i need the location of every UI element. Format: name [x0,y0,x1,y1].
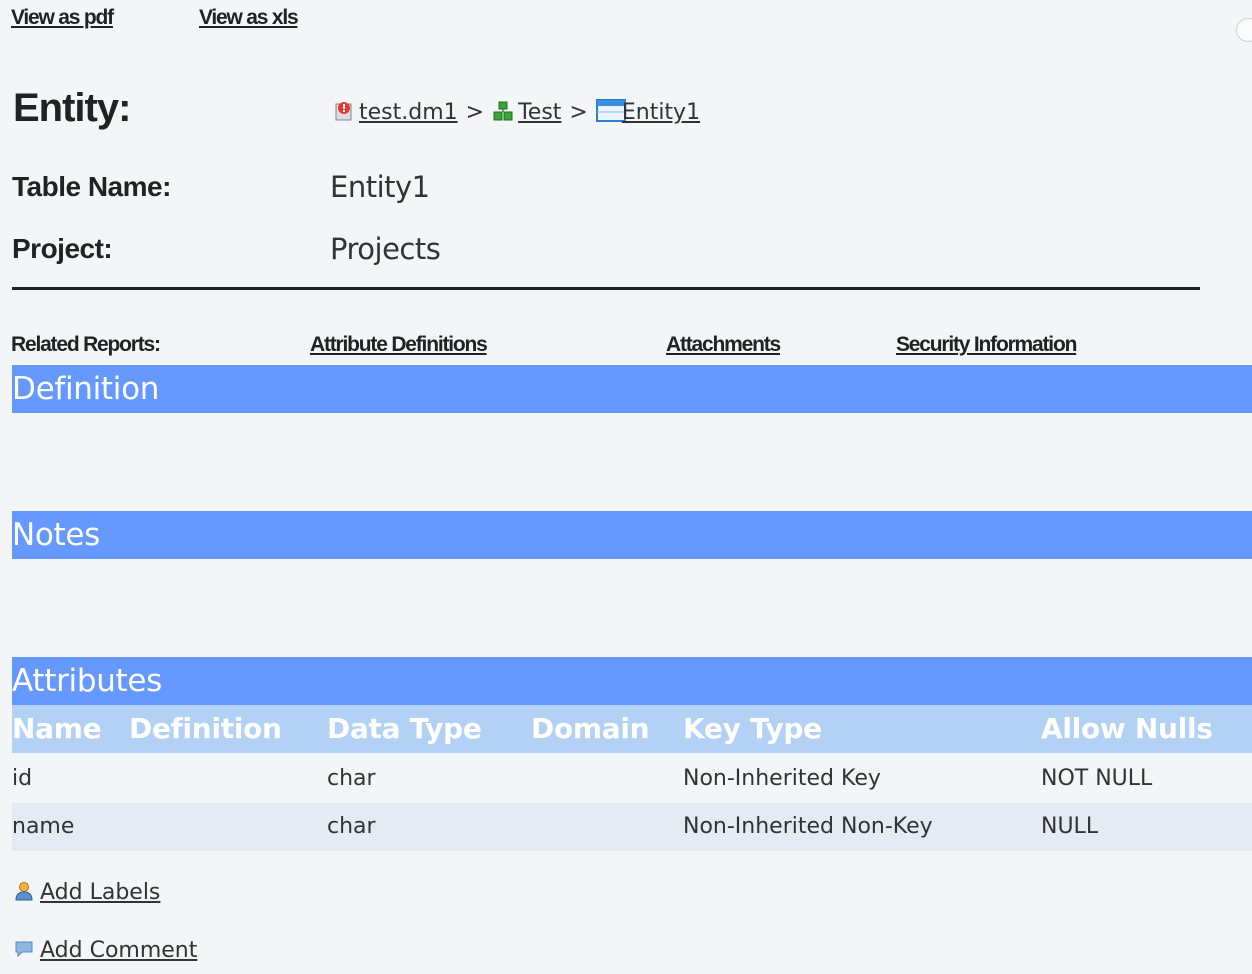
page-title: Entity: [13,86,131,130]
comment-bubble-icon[interactable] [1236,18,1252,42]
cell-data-type: char [327,814,376,839]
column-header-key-type[interactable]: Key Type [683,705,822,753]
cell-name: name [12,814,75,839]
column-header-name[interactable]: Name [12,705,102,753]
add-labels-link[interactable]: Add Labels [14,880,160,907]
user-tag-icon [14,881,34,907]
comment-icon [14,939,34,965]
column-header-domain[interactable]: Domain [531,705,650,753]
column-header-definition[interactable]: Definition [129,705,282,753]
attachments-link[interactable]: Attachments [666,333,781,357]
security-information-link[interactable]: Security Information [896,333,1077,357]
table-row: name char Non-Inherited Non-Key NULL [12,803,1252,851]
model-file-icon [333,100,355,122]
view-as-pdf-link[interactable]: View as pdf [11,6,114,30]
breadcrumb-separator: > [569,100,588,125]
table-name-value: Entity1 [330,170,430,204]
cell-allow-nulls: NULL [1041,814,1099,839]
add-comment-link[interactable]: Add Comment [14,938,197,965]
attribute-definitions-link[interactable]: Attribute Definitions [310,333,488,357]
cell-data-type: char [327,766,376,791]
breadcrumb-item-subject-area[interactable]: Test [518,100,561,125]
attributes-table-header: Name Definition Data Type Domain Key Typ… [12,705,1252,753]
related-reports-label: Related Reports: [11,333,161,356]
breadcrumb-item-model[interactable]: test.dm1 [359,100,458,125]
project-label: Project: [12,233,113,264]
definition-section-header: Definition [12,365,1252,413]
breadcrumb-separator: > [465,100,485,125]
cell-key-type: Non-Inherited Non-Key [683,814,933,839]
add-labels-label: Add Labels [40,880,161,905]
header-divider [12,287,1200,290]
column-header-allow-nulls[interactable]: Allow Nulls [1041,705,1213,753]
view-as-xls-link[interactable]: View as xls [199,6,299,30]
table-row: id char Non-Inherited Key NOT NULL [12,755,1252,803]
entity-table-icon [595,98,626,122]
cell-allow-nulls: NOT NULL [1041,766,1153,791]
project-value: Projects [330,232,441,266]
cell-key-type: Non-Inherited Key [683,766,881,791]
cell-name: id [12,766,33,791]
green-subject-area-icon [492,100,514,122]
breadcrumb: test.dm1 > Test > Entity1 [333,98,700,125]
breadcrumb-item-entity[interactable]: Entity1 [622,100,700,125]
attributes-section-header: Attributes [12,657,1252,705]
add-comment-label: Add Comment [40,938,198,963]
table-name-label: Table Name: [12,171,171,202]
notes-section-header: Notes [12,511,1252,559]
column-header-data-type[interactable]: Data Type [327,705,482,753]
